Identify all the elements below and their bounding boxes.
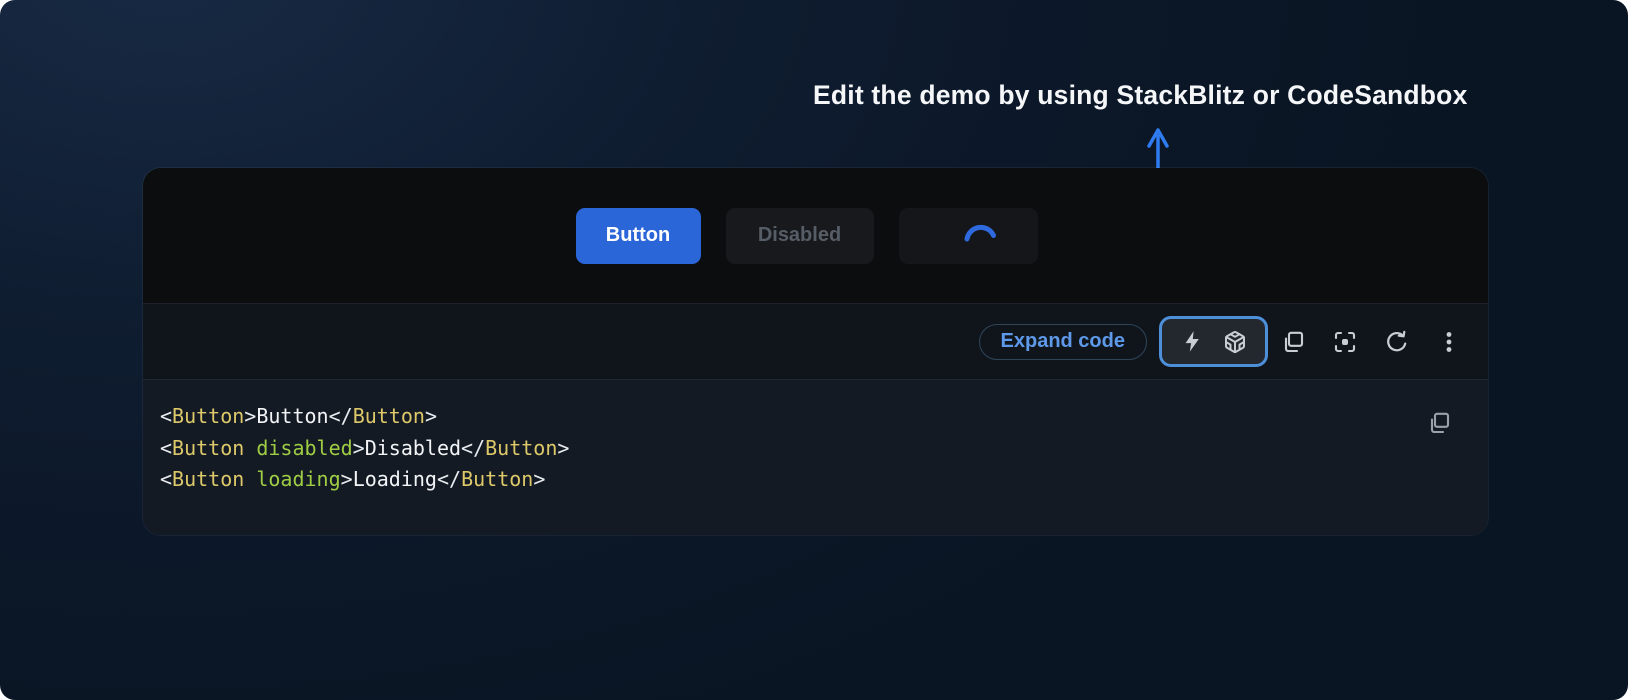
code-line: <Button disabled>Disabled</Button> xyxy=(160,433,1428,465)
annotation-heading: Edit the demo by using StackBlitz or Cod… xyxy=(813,80,1468,111)
code-lines: <Button>Button</Button><Button disabled>… xyxy=(160,401,1428,496)
stackblitz-bolt-icon[interactable] xyxy=(1179,329,1205,355)
fullscreen-focus-icon[interactable] xyxy=(1332,329,1358,355)
code-block: <Button>Button</Button><Button disabled>… xyxy=(143,380,1488,535)
code-line: <Button>Button</Button> xyxy=(160,401,1428,433)
page-background: Edit the demo by using StackBlitz or Cod… xyxy=(0,0,1628,700)
demo-card: Button Disabled Expand code xyxy=(143,168,1488,535)
codesandbox-cube-icon[interactable] xyxy=(1222,329,1248,355)
code-copy-icon[interactable] xyxy=(1426,410,1452,436)
expand-code-button[interactable]: Expand code xyxy=(979,324,1147,360)
primary-button[interactable]: Button xyxy=(576,208,701,264)
demo-toolbar: Expand code xyxy=(143,304,1488,380)
loading-spinner-icon xyxy=(959,212,1001,254)
demo-preview-area: Button Disabled xyxy=(143,168,1488,304)
code-line: <Button loading>Loading</Button> xyxy=(160,464,1428,496)
demo-button-row: Button Disabled xyxy=(576,208,1038,264)
refresh-icon[interactable] xyxy=(1384,329,1410,355)
copy-icon[interactable] xyxy=(1280,329,1306,355)
annotation-highlight-box xyxy=(1159,316,1268,367)
more-kebab-icon[interactable] xyxy=(1436,329,1462,355)
loading-button[interactable] xyxy=(899,208,1038,264)
disabled-button[interactable]: Disabled xyxy=(726,208,874,264)
